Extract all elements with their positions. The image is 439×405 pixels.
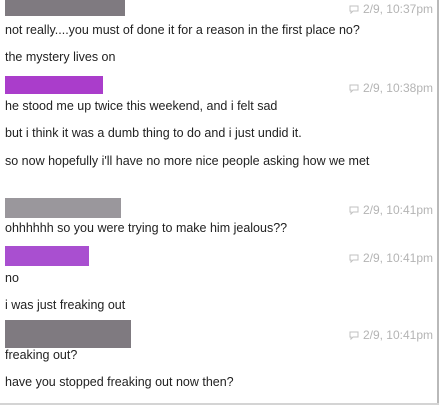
message-text: i was just freaking out — [5, 298, 126, 312]
message-timestamp: 2/9, 10:41pm — [349, 203, 433, 217]
timestamp-text: 2/9, 10:38pm — [362, 81, 433, 95]
redacted-sender-name — [5, 0, 125, 16]
chat-bubble-icon — [349, 84, 359, 93]
chat-bubble-icon — [349, 331, 359, 340]
timestamp-text: 2/9, 10:41pm — [362, 203, 433, 217]
redacted-sender-name — [5, 320, 131, 348]
message-1: 2/9, 10:37pm not really....you must of d… — [0, 0, 437, 70]
message-text: freaking out? — [5, 348, 78, 362]
timestamp-text: 2/9, 10:37pm — [362, 2, 433, 16]
message-timestamp: 2/9, 10:37pm — [349, 2, 433, 16]
message-5: 2/9, 10:41pm freaking out? have you stop… — [0, 320, 437, 400]
message-text: ohhhhhh so you were trying to make him j… — [5, 221, 288, 235]
message-text: not really....you must of done it for a … — [5, 23, 360, 37]
timestamp-text: 2/9, 10:41pm — [362, 328, 433, 342]
redacted-sender-name — [5, 246, 89, 266]
message-text: the mystery lives on — [5, 50, 116, 64]
message-text: so now hopefully i'll have no more nice … — [5, 154, 370, 168]
message-2: 2/9, 10:38pm he stood me up twice this w… — [0, 76, 437, 192]
message-4: 2/9, 10:41pm no i was just freaking out — [0, 246, 437, 316]
chat-bubble-icon — [349, 5, 359, 14]
redacted-sender-name — [5, 198, 121, 218]
message-3: 2/9, 10:41pm ohhhhhh so you were trying … — [0, 198, 437, 242]
message-timestamp: 2/9, 10:41pm — [349, 328, 433, 342]
message-timestamp: 2/9, 10:38pm — [349, 81, 433, 95]
message-text: have you stopped freaking out now then? — [5, 375, 234, 389]
message-text: he stood me up twice this weekend, and i… — [5, 99, 278, 113]
chat-bubble-icon — [349, 206, 359, 215]
chat-bubble-icon — [349, 254, 359, 263]
message-timestamp: 2/9, 10:41pm — [349, 251, 433, 265]
timestamp-text: 2/9, 10:41pm — [362, 251, 433, 265]
redacted-sender-name — [5, 76, 103, 94]
message-text: no — [5, 271, 19, 285]
message-text: but i think it was a dumb thing to do an… — [5, 126, 302, 140]
